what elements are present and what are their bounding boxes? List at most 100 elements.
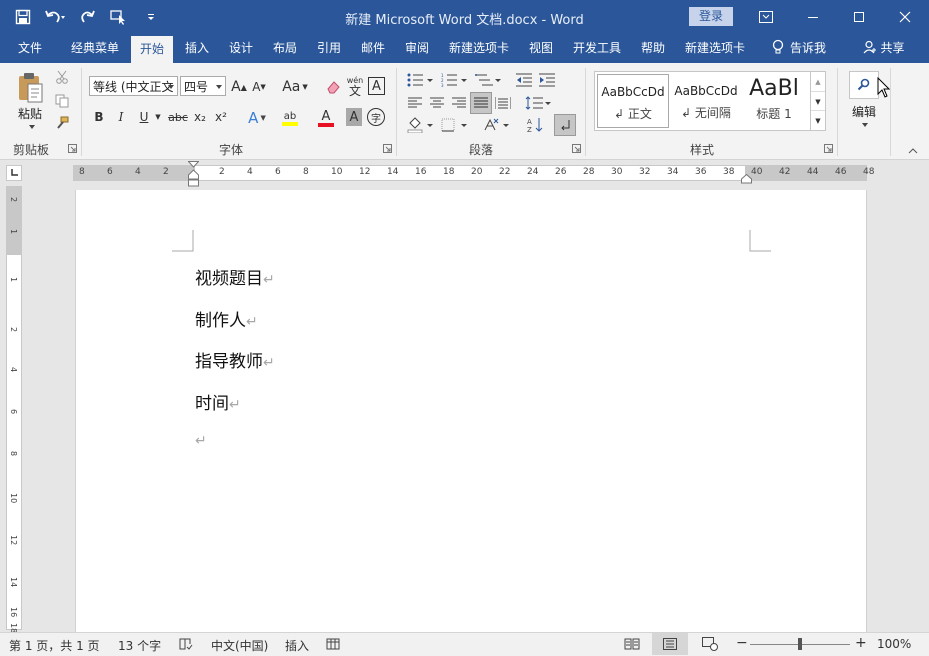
maximize-button[interactable] <box>836 0 882 34</box>
tab-help[interactable]: 帮助 <box>634 34 672 63</box>
editing-dropdown-arrow[interactable] <box>862 123 868 127</box>
paste-dropdown-arrow[interactable] <box>29 125 35 129</box>
indent-markers-icon[interactable] <box>188 161 199 189</box>
paragraph-video-title[interactable]: 视频题目↵ <box>195 264 275 289</box>
text-effects-button[interactable]: A ▼ <box>243 108 271 128</box>
zoom-out-button[interactable]: − <box>736 635 748 651</box>
shrink-font-button[interactable]: A ▼ <box>250 77 268 97</box>
increase-indent-button[interactable] <box>537 71 557 89</box>
shading-button[interactable] <box>406 116 434 134</box>
style-heading-1[interactable]: AaBl 标题 1 <box>743 74 805 128</box>
sort-button[interactable]: AZ <box>526 116 544 134</box>
tab-view[interactable]: 视图 <box>522 34 560 63</box>
web-layout-button[interactable] <box>692 633 728 655</box>
insert-mode-indicator[interactable]: 插入 <box>285 637 309 654</box>
style-no-spacing[interactable]: AaBbCcDd ↲ 无间隔 <box>670 74 742 128</box>
highlight-button[interactable]: ab <box>276 108 304 128</box>
multilevel-list-button[interactable] <box>474 71 502 89</box>
paragraph-producer[interactable]: 制作人↵ <box>195 306 258 331</box>
show-formatting-marks-button[interactable] <box>554 114 576 136</box>
subscript-button[interactable]: x₂ <box>192 108 208 126</box>
numbering-button[interactable]: 123 <box>440 71 468 89</box>
macro-recording-button[interactable] <box>325 636 341 652</box>
tab-new-tab-2[interactable]: 新建选项卡 <box>678 34 752 63</box>
copy-button[interactable] <box>54 93 70 109</box>
tab-references[interactable]: 引用 <box>310 34 348 63</box>
character-shading-button[interactable]: A <box>346 108 362 126</box>
tab-layout[interactable]: 布局 <box>266 34 304 63</box>
editing-button[interactable] <box>849 71 879 99</box>
justify-button[interactable] <box>470 92 492 114</box>
tab-classic-menu[interactable]: 经典菜单 <box>64 34 126 63</box>
tab-file[interactable]: 文件 <box>8 34 52 63</box>
italic-button[interactable]: I <box>113 108 129 126</box>
paragraph-time[interactable]: 时间↵ <box>195 389 241 414</box>
word-count[interactable]: 13 个字 <box>118 637 161 654</box>
tab-design[interactable]: 设计 <box>222 34 260 63</box>
document-page[interactable]: 视频题目↵ 制作人↵ 指导教师↵ 时间↵ ↵ <box>75 190 867 632</box>
vertical-ruler[interactable]: 2 1 1 2 4 6 8 10 12 14 16 18 <box>6 186 22 633</box>
borders-button[interactable] <box>440 116 468 134</box>
tab-home[interactable]: 开始 <box>131 36 173 63</box>
read-mode-button[interactable] <box>614 633 650 655</box>
print-layout-button[interactable] <box>652 633 688 655</box>
share-button[interactable]: 共享 <box>856 34 912 63</box>
strikethrough-button[interactable]: abc <box>168 108 188 126</box>
chinese-layout-button[interactable] <box>482 116 512 134</box>
login-button[interactable]: 登录 <box>689 7 733 26</box>
format-painter-button[interactable] <box>54 115 70 131</box>
tab-mailings[interactable]: 邮件 <box>354 34 392 63</box>
right-indent-marker-icon[interactable] <box>741 174 752 184</box>
tab-insert[interactable]: 插入 <box>178 34 216 63</box>
style-normal[interactable]: AaBbCcDd ↲ 正文 <box>597 74 669 128</box>
tell-me-search[interactable]: 告诉我 <box>762 34 836 63</box>
tab-review[interactable]: 审阅 <box>398 34 436 63</box>
align-left-button[interactable] <box>406 94 424 112</box>
grow-font-button[interactable]: A ▲ <box>230 77 248 97</box>
paste-button[interactable] <box>14 71 46 105</box>
tab-new-tab-1[interactable]: 新建选项卡 <box>442 34 516 63</box>
font-name-dropdown[interactable]: 等线 (中文正文 <box>89 76 178 96</box>
paragraph-launcher-icon[interactable] <box>572 144 581 153</box>
clipboard-launcher-icon[interactable] <box>68 144 77 153</box>
paragraph-mark: ↵ <box>195 433 207 449</box>
page-count[interactable]: 第 1 页，共 1 页 <box>9 637 100 654</box>
paragraph-advisor[interactable]: 指导教师↵ <box>195 347 275 372</box>
styles-launcher-icon[interactable] <box>824 144 833 153</box>
underline-dropdown[interactable]: ▼ <box>154 110 162 124</box>
tab-developer[interactable]: 开发工具 <box>566 34 628 63</box>
styles-more-button[interactable]: ▼ <box>811 110 825 130</box>
language-indicator[interactable]: 中文(中国) <box>211 637 268 654</box>
styles-scroll-up[interactable]: ▲ <box>811 72 825 91</box>
ribbon-display-options-button[interactable] <box>743 0 789 34</box>
zoom-slider-thumb[interactable] <box>798 638 802 650</box>
bold-button[interactable]: B <box>91 108 107 126</box>
align-center-button[interactable] <box>428 94 446 112</box>
distributed-button[interactable] <box>494 94 512 112</box>
character-border-button[interactable]: A <box>368 77 385 95</box>
line-spacing-button[interactable] <box>524 94 552 112</box>
cut-button[interactable] <box>54 69 70 85</box>
zoom-level[interactable]: 100% <box>877 637 911 651</box>
align-right-button[interactable] <box>450 94 468 112</box>
collapse-ribbon-button[interactable] <box>906 145 920 157</box>
clear-formatting-button[interactable] <box>324 77 342 97</box>
styles-scroll-down[interactable]: ▼ <box>811 91 825 111</box>
underline-button[interactable]: U <box>136 108 152 126</box>
styles-gallery: AaBbCcDd ↲ 正文 AaBbCcDd ↲ 无间隔 AaBl 标题 1 ▲… <box>594 71 826 131</box>
change-case-button[interactable]: Aa ▼ <box>280 77 310 97</box>
paragraph-empty[interactable]: ↵ <box>195 430 207 450</box>
font-color-button[interactable]: A <box>312 108 340 128</box>
minimize-button[interactable] <box>790 0 836 34</box>
enclose-characters-button[interactable]: 字 <box>367 108 385 126</box>
proofing-button[interactable] <box>178 636 194 652</box>
phonetic-guide-button[interactable]: wén 文 <box>346 74 364 98</box>
close-button[interactable] <box>882 0 928 34</box>
tab-selector-button[interactable] <box>6 165 22 181</box>
font-launcher-icon[interactable] <box>383 144 392 153</box>
decrease-indent-button[interactable] <box>514 71 534 89</box>
zoom-in-button[interactable]: + <box>855 635 867 651</box>
font-size-dropdown[interactable]: 四号 <box>180 76 226 96</box>
superscript-button[interactable]: x² <box>213 108 229 126</box>
bullets-button[interactable] <box>406 71 434 89</box>
